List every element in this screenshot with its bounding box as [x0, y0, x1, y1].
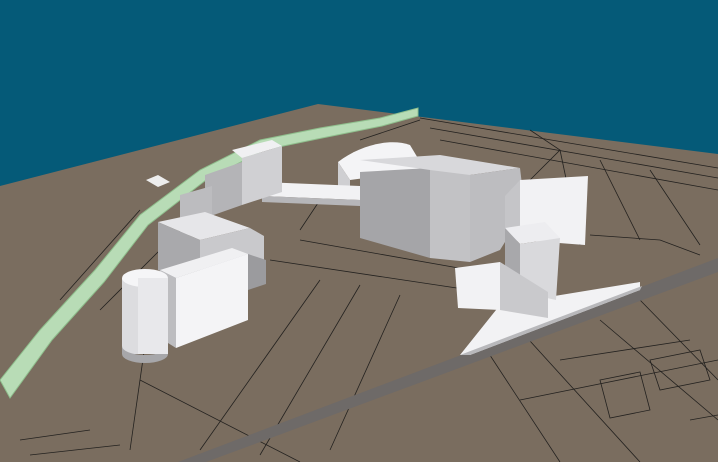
- cylinder-tower: [122, 269, 168, 363]
- 3d-city-model-view[interactable]: [0, 0, 718, 462]
